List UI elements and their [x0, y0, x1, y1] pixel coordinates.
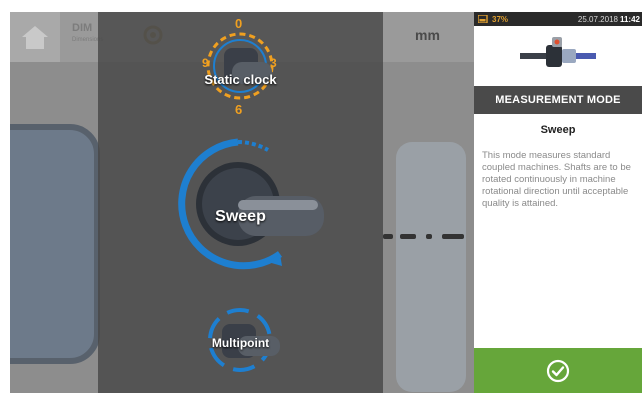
coupling-line	[426, 234, 432, 239]
coupling-line	[442, 234, 464, 239]
shaft-sensor-icon	[520, 37, 596, 67]
selected-mode-name: Sweep	[540, 124, 576, 136]
mode-selector-overlay: 0 3 9 6 Static clock Sweep Multipoint	[98, 12, 383, 393]
mode-description: This mode measures standard coupled mach…	[482, 150, 631, 209]
coupling-line	[400, 234, 416, 239]
battery-icon	[478, 15, 488, 23]
multipoint-label: Multipoint	[211, 336, 270, 350]
machine-right-graphic	[396, 142, 466, 392]
dial-mark-top: 0	[235, 16, 243, 31]
dial-mark-right: 3	[270, 56, 277, 70]
mode-thumbnail	[474, 26, 642, 86]
home-icon	[22, 26, 48, 49]
mode-multipoint[interactable]: Multipoint	[98, 300, 383, 380]
app-screen: DIM Dimensions mm 0 3 9 6 Static clock S…	[10, 12, 642, 393]
mode-sweep[interactable]: Sweep	[98, 132, 383, 277]
check-circle-icon	[546, 359, 570, 382]
sweep-icon	[178, 138, 324, 270]
sweep-label: Sweep	[215, 208, 266, 225]
coupling-line	[383, 234, 393, 239]
confirm-button[interactable]	[474, 348, 642, 393]
home-button[interactable]	[10, 12, 60, 62]
unit-label[interactable]: mm	[415, 27, 440, 43]
dial-mark-bottom: 6	[235, 102, 243, 117]
static-clock-icon	[206, 32, 274, 100]
dimensions-label: DIM	[72, 22, 93, 34]
status-time: 11:42	[619, 14, 640, 24]
dial-mark-left: 9	[202, 56, 209, 70]
static-clock-label: Static clock	[204, 72, 277, 87]
mode-static-clock[interactable]: 0 3 9 6 Static clock	[98, 16, 383, 117]
machine-left-graphic	[10, 124, 100, 364]
status-bar: 37% 25.07.2018 11:42	[474, 12, 642, 26]
panel-title: MEASUREMENT MODE	[474, 86, 642, 114]
battery-level: 37%	[492, 14, 509, 24]
measurement-mode-panel: 37% 25.07.2018 11:42 MEASUREMENT MODE Sw…	[474, 12, 642, 393]
status-date: 25.07.2018	[577, 14, 618, 24]
